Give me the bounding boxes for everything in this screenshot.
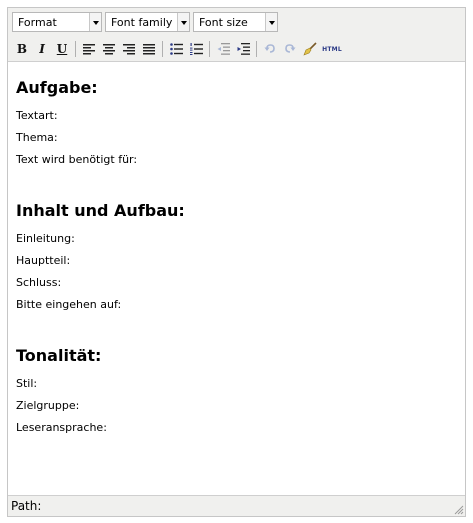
- field-label-eingehen: Bitte eingehen auf:: [16, 298, 122, 311]
- bullet-list-icon: [169, 43, 183, 55]
- format-select-label: Format: [18, 16, 57, 29]
- field-label-text-purpose: Text wird benötigt für:: [16, 153, 138, 166]
- align-right-icon: [123, 43, 135, 54]
- font-family-select[interactable]: Font family: [105, 12, 190, 32]
- field-label-einleitung: Einleitung:: [16, 232, 75, 245]
- field-label-thema: Thema:: [16, 131, 58, 144]
- align-center-button[interactable]: [99, 39, 119, 59]
- indent-button[interactable]: [233, 39, 253, 59]
- font-family-select-label: Font family: [111, 16, 173, 29]
- toolbar-separator: [162, 41, 163, 57]
- underline-button[interactable]: U: [52, 39, 72, 59]
- redo-icon: [285, 44, 296, 53]
- toolbar-separator: [209, 41, 210, 57]
- font-size-select[interactable]: Font size: [193, 12, 278, 32]
- status-bar: Path:: [8, 495, 465, 516]
- format-select[interactable]: Format: [12, 12, 102, 32]
- empty-line: [16, 316, 457, 338]
- path-label: Path:: [11, 499, 42, 513]
- field-label-hauptteil: Hauptteil:: [16, 254, 71, 267]
- section-heading-tonalitaet: Tonalität:: [16, 346, 102, 365]
- align-justify-button[interactable]: [139, 39, 159, 59]
- field-label-zielgruppe: Zielgruppe:: [16, 399, 80, 412]
- align-center-icon: [103, 43, 115, 54]
- outdent-button[interactable]: [213, 39, 233, 59]
- broom-icon: [303, 42, 317, 56]
- toolbar-separator: [75, 41, 76, 57]
- toolbar-separator: [256, 41, 257, 57]
- numbered-list-button[interactable]: [186, 39, 206, 59]
- toolbar-row-buttons: B I U HTML: [12, 39, 344, 59]
- chevron-down-icon: [177, 13, 189, 31]
- numbered-list-icon: [189, 43, 203, 55]
- field-label-schluss: Schluss:: [16, 276, 62, 289]
- field-label-textart: Textart:: [16, 109, 58, 122]
- undo-button[interactable]: [260, 39, 280, 59]
- align-left-icon: [83, 43, 95, 54]
- field-label-stil: Stil:: [16, 377, 38, 390]
- rich-text-editor: Format Font family Font size B I U HTML …: [7, 7, 466, 517]
- indent-icon: [237, 43, 250, 55]
- toolbar-row-selects: Format Font family Font size: [12, 12, 278, 34]
- section-heading-inhalt: Inhalt und Aufbau:: [16, 201, 185, 220]
- bold-button[interactable]: B: [12, 39, 32, 59]
- align-left-button[interactable]: [79, 39, 99, 59]
- align-right-button[interactable]: [119, 39, 139, 59]
- editor-toolbar: Format Font family Font size B I U HTML: [8, 8, 465, 62]
- bullet-list-button[interactable]: [166, 39, 186, 59]
- undo-icon: [264, 44, 275, 53]
- empty-line: [16, 171, 457, 193]
- html-source-button[interactable]: HTML: [320, 39, 344, 59]
- field-label-leseransprache: Leseransprache:: [16, 421, 107, 434]
- align-justify-icon: [143, 43, 155, 54]
- resize-handle-icon[interactable]: [454, 505, 464, 515]
- chevron-down-icon: [265, 13, 277, 31]
- section-heading-aufgabe: Aufgabe:: [16, 78, 98, 97]
- outdent-icon: [217, 43, 230, 55]
- italic-button[interactable]: I: [32, 39, 52, 59]
- chevron-down-icon: [89, 13, 101, 31]
- redo-button[interactable]: [280, 39, 300, 59]
- cleanup-button[interactable]: [300, 39, 320, 59]
- font-size-select-label: Font size: [199, 16, 248, 29]
- editor-content[interactable]: Aufgabe: Textart: Thema: Text wird benöt…: [8, 62, 465, 495]
